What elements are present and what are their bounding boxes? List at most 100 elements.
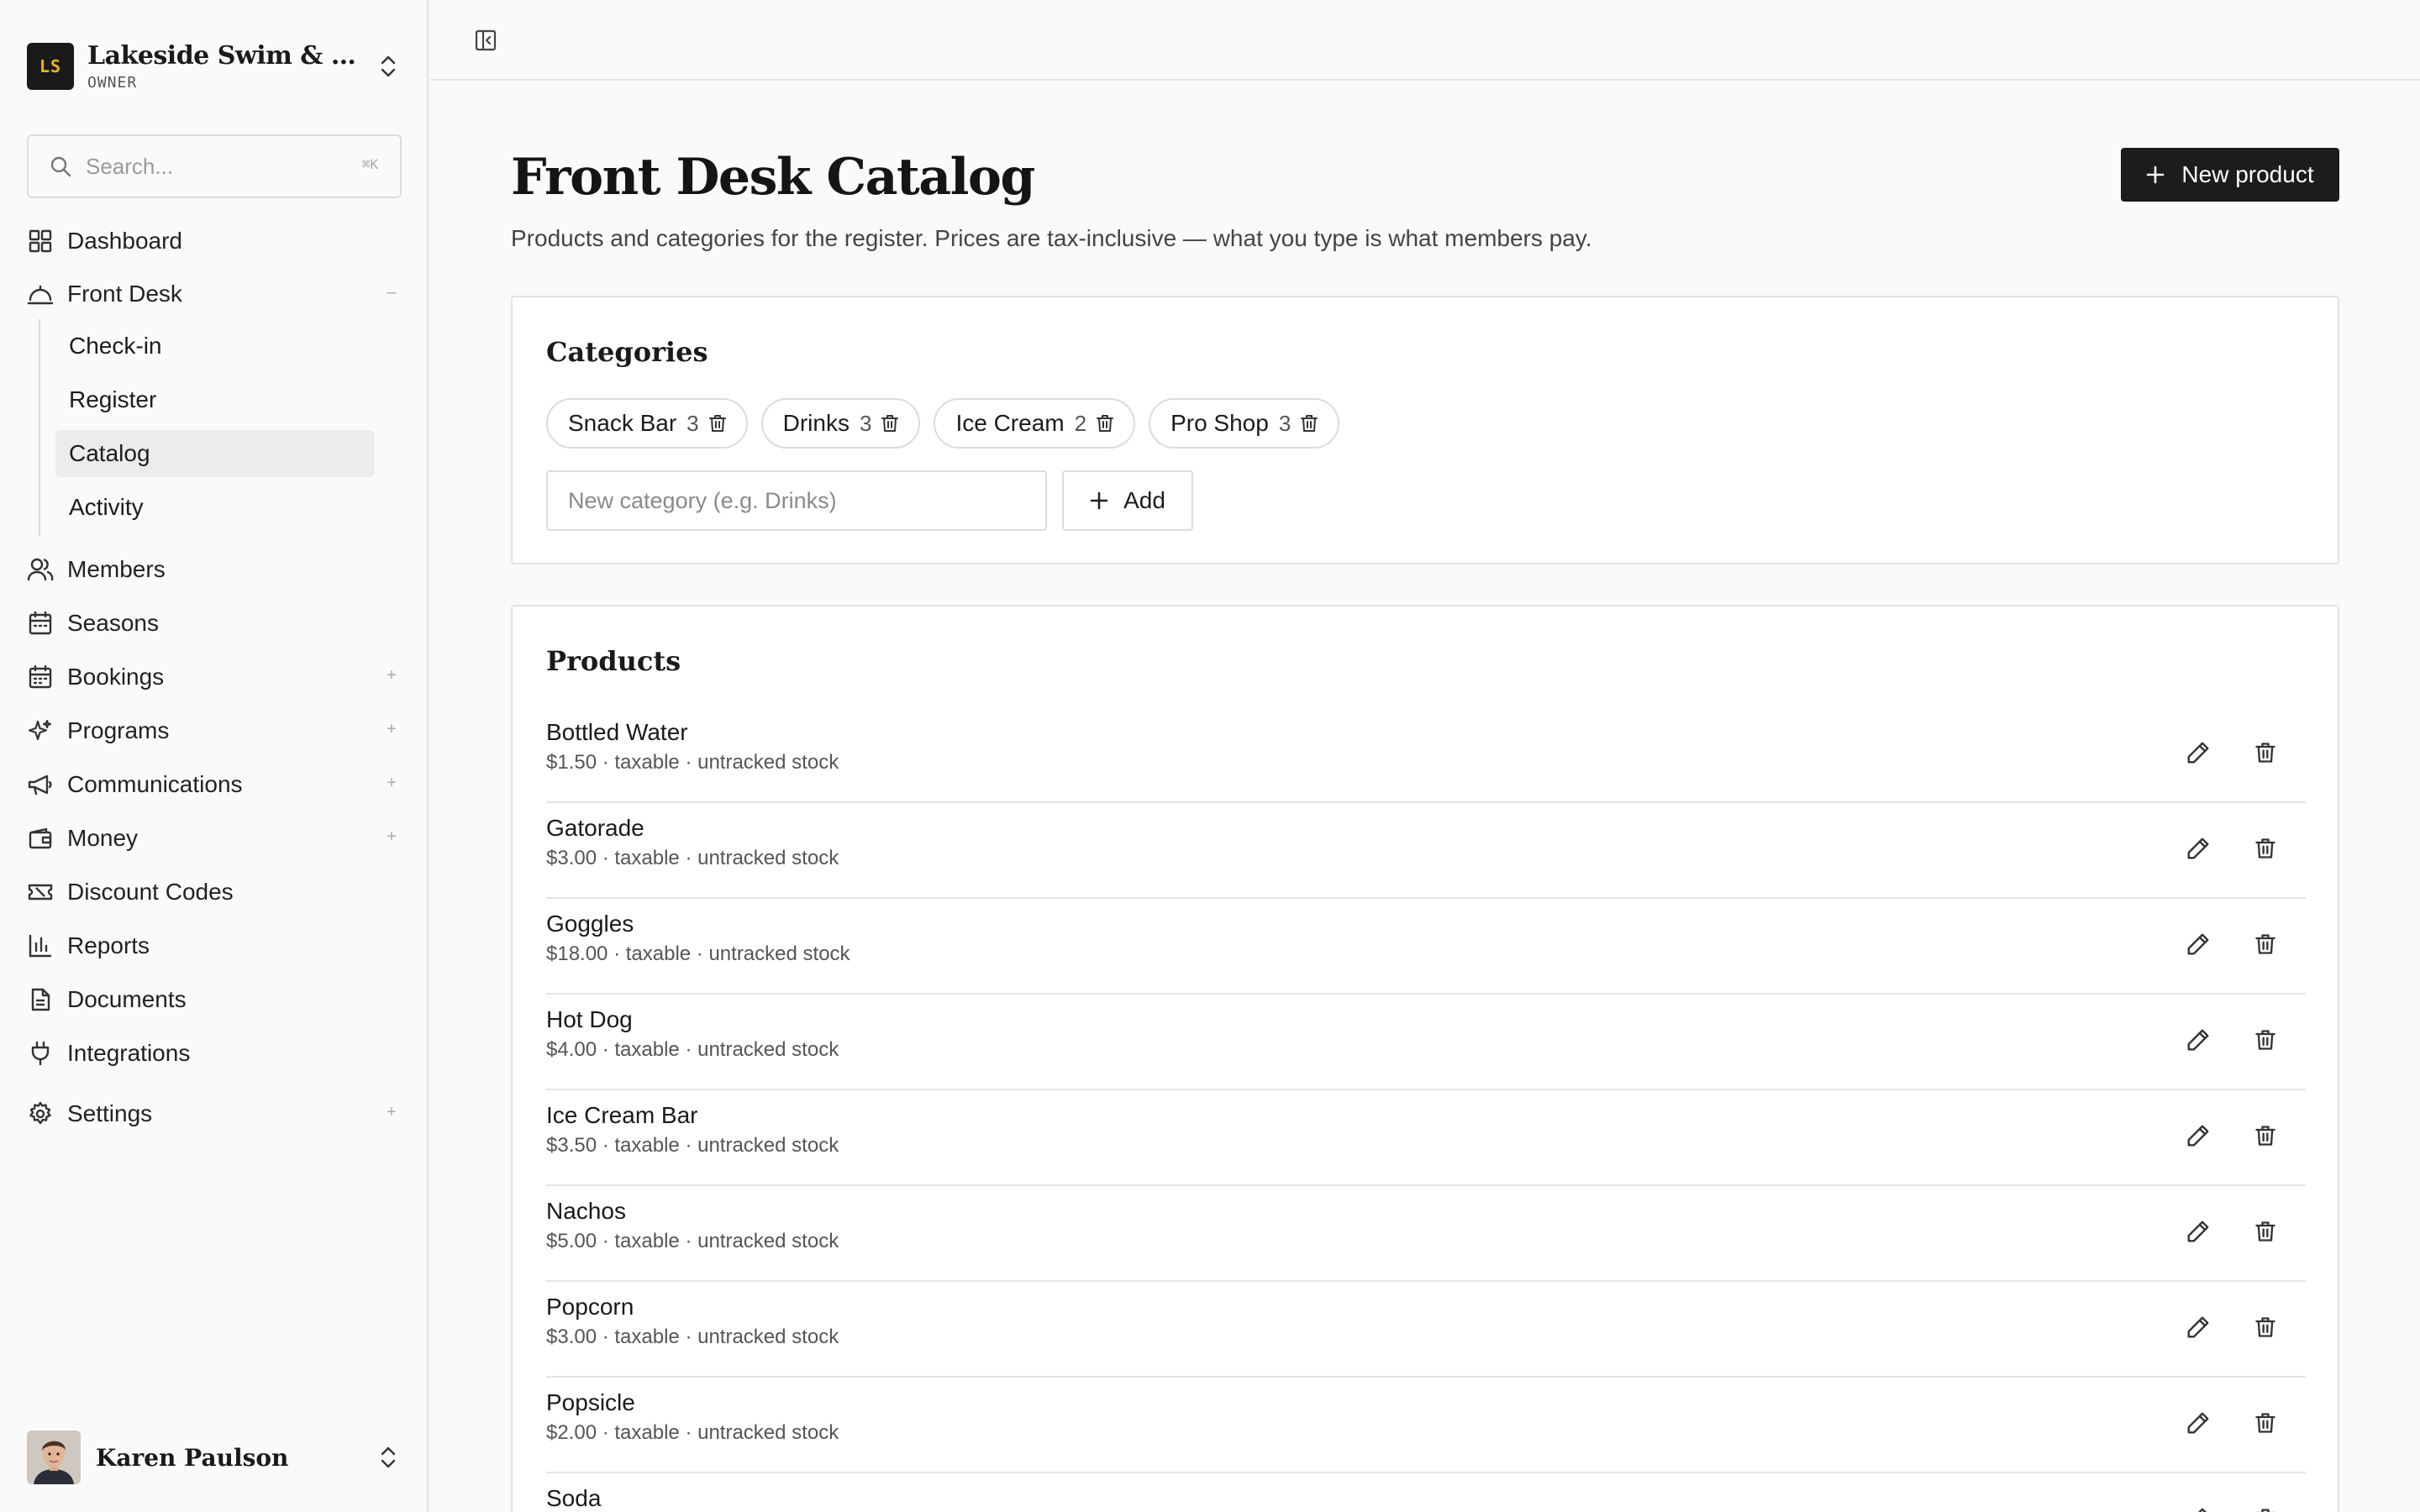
category-chip[interactable]: Drinks 3 [760,398,921,449]
edit-pencil-icon[interactable] [2181,1310,2215,1344]
product-list: Bottled Water $1.50 · taxable · untracked… [546,707,2306,1512]
category-chip-name: Snack Bar [568,410,677,436]
trash-icon[interactable] [2249,1119,2282,1152]
calendar-icon [27,610,54,637]
nav-bookings[interactable]: Bookings + [27,654,402,700]
products-card: Products Bottled Water $1.50 · taxable · … [511,605,2339,1512]
edit-pencil-icon[interactable] [2181,1406,2215,1440]
trash-icon[interactable] [1299,413,1319,433]
nav-seasons-label: Seasons [67,610,159,636]
category-chip-count: 3 [687,410,699,436]
product-name: Popsicle [546,1389,635,1415]
plus-icon [1090,491,1108,510]
nav-communications-label: Communications [67,771,243,797]
submenu-guide-line [39,319,40,536]
megaphone-icon [27,771,54,798]
nav-reports-label: Reports [67,932,150,958]
new-category-input[interactable] [546,470,1047,531]
product-name: Soda [546,1485,602,1511]
category-chip-name: Ice Cream [955,410,1065,436]
nav-integrations-label: Integrations [67,1040,191,1066]
nav-members[interactable]: Members [27,547,402,592]
trash-icon[interactable] [2249,736,2282,769]
edit-pencil-icon[interactable] [2181,736,2215,769]
add-category-button[interactable]: Add [1062,470,1193,531]
nav-money-label: Money [67,825,139,851]
sidebar: LS Lakeside Swim & Tennis Club OWNER ⌘K [0,0,429,1512]
org-switcher[interactable]: LS Lakeside Swim & Tennis Club OWNER [27,40,405,92]
trash-icon[interactable] [2249,1406,2282,1440]
chevron-up-down-icon[interactable] [378,54,398,79]
collapse-icon[interactable]: – [381,283,402,302]
nav-bookings-label: Bookings [67,664,165,690]
sidebar-toggle-icon[interactable] [471,25,501,55]
nav-front-desk-label: Front Desk [67,281,182,307]
edit-pencil-icon[interactable] [2181,927,2215,961]
product-meta: $3.00 · taxable · untracked stock [546,847,839,869]
org-role: OWNER [87,74,138,92]
nav-programs[interactable]: Programs + [27,708,402,753]
product-meta: $4.00 · taxable · untracked stock [546,1038,839,1061]
nav-dashboard-label: Dashboard [67,228,182,254]
categories-title: Categories [546,336,708,368]
category-chip[interactable]: Snack Bar 3 [546,398,748,449]
nav-settings[interactable]: Settings + [27,1091,402,1137]
product-row: Popcorn $3.00 · taxable · untracked stock [546,1282,2306,1378]
products-title: Products [546,645,681,677]
nav-documents[interactable]: Documents [27,977,402,1022]
edit-pencil-icon[interactable] [2181,1502,2215,1512]
product-name: Nachos [546,1198,626,1224]
nav-integrations[interactable]: Integrations [27,1031,402,1076]
nav-catalog[interactable]: Catalog [55,430,375,477]
nav-money[interactable]: Money + [27,816,402,861]
nav-front-desk[interactable]: Front Desk – [27,271,402,317]
expand-icon[interactable]: + [381,1103,402,1122]
edit-pencil-icon[interactable] [2181,1215,2215,1248]
expand-icon[interactable]: + [381,827,402,847]
product-name: Bottled Water [546,719,688,745]
search-input[interactable] [86,153,338,180]
user-menu[interactable]: Karen Paulson [27,1430,405,1485]
nav-programs-label: Programs [67,717,170,743]
trash-icon[interactable] [2249,1310,2282,1344]
nav-discount-codes[interactable]: Discount Codes [27,869,402,915]
product-name: Ice Cream Bar [546,1102,698,1128]
expand-icon[interactable]: + [381,720,402,739]
edit-pencil-icon[interactable] [2181,1119,2215,1152]
trash-icon[interactable] [2249,1023,2282,1057]
nav-communications[interactable]: Communications + [27,762,402,807]
plug-icon [27,1040,54,1067]
nav-activity[interactable]: Activity [55,484,375,531]
search-box[interactable]: ⌘K [27,134,402,198]
nav-reports[interactable]: Reports [27,923,402,969]
nav-seasons[interactable]: Seasons [27,601,402,646]
category-chip[interactable]: Pro Shop 3 [1149,398,1340,449]
nav-dashboard[interactable]: Dashboard [27,218,402,264]
trash-icon[interactable] [2249,1215,2282,1248]
page-subtitle: Products and categories for the register… [511,225,1592,251]
product-row: Nachos $5.00 · taxable · untracked stock [546,1186,2306,1282]
trash-icon[interactable] [2249,832,2282,865]
chevron-up-down-icon[interactable] [378,1445,398,1470]
category-chip[interactable]: Ice Cream 2 [934,398,1136,449]
product-row: Popsicle $2.00 · taxable · untracked stoc… [546,1378,2306,1473]
trash-icon[interactable] [880,413,900,433]
edit-pencil-icon[interactable] [2181,1023,2215,1057]
nav-documents-label: Documents [67,986,187,1012]
trash-icon[interactable] [1095,413,1115,433]
trash-icon[interactable] [708,413,728,433]
nav-register[interactable]: Register [55,376,375,423]
new-product-button[interactable]: New product [2121,148,2339,202]
expand-icon[interactable]: + [381,774,402,793]
product-meta: $1.50 · taxable · untracked stock [546,751,839,774]
org-logo: LS [27,43,74,90]
nav-check-in[interactable]: Check-in [55,323,375,370]
trash-icon[interactable] [2249,927,2282,961]
product-meta: $2.00 · taxable · untracked stock [546,1421,839,1444]
product-meta: $3.50 · taxable · untracked stock [546,1134,839,1157]
category-chip-name: Drinks [782,410,850,436]
edit-pencil-icon[interactable] [2181,832,2215,865]
trash-icon[interactable] [2249,1502,2282,1512]
nav-members-label: Members [67,556,166,582]
expand-icon[interactable]: + [381,666,402,685]
